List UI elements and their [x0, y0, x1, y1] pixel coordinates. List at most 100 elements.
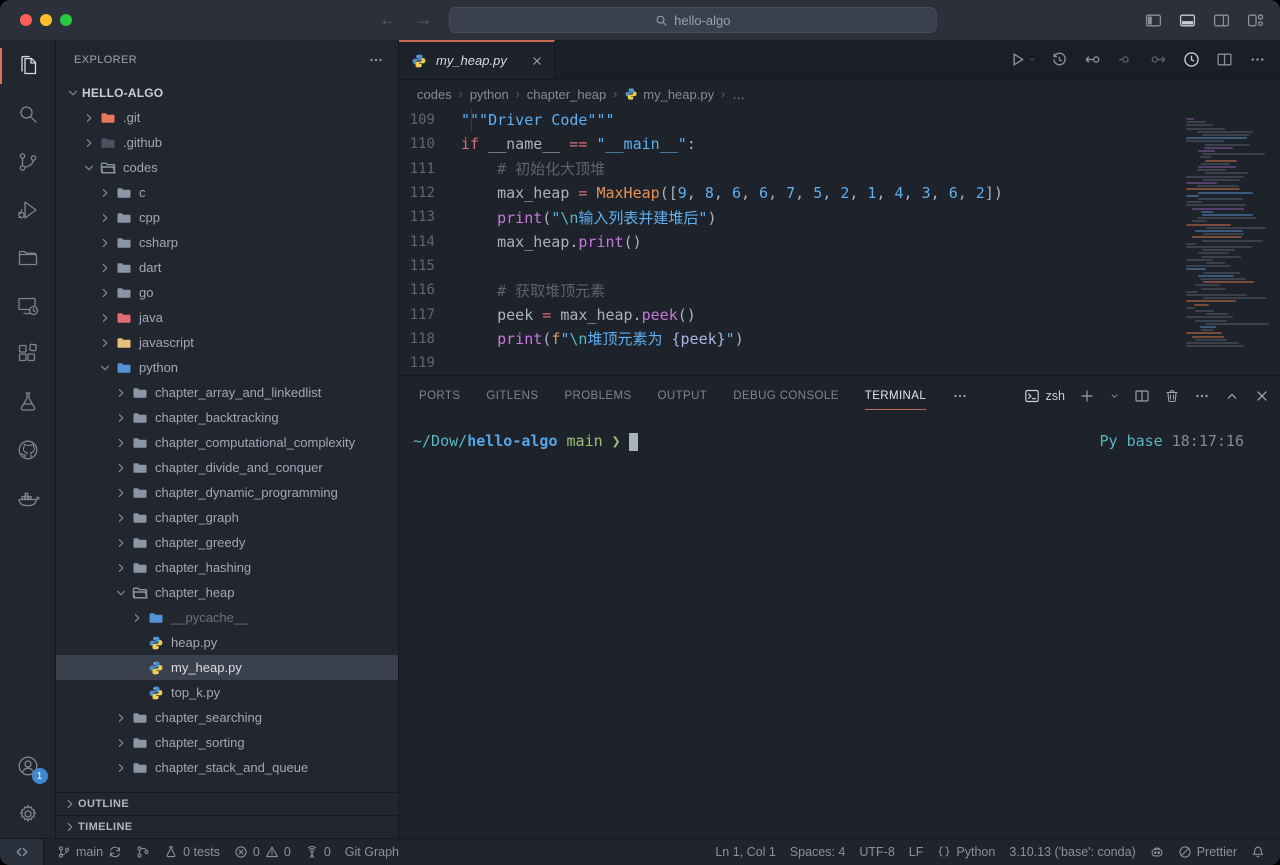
tree-item-chapter-heap[interactable]: chapter_heap — [56, 580, 398, 605]
python-interpreter[interactable]: 3.10.13 ('base': conda) — [1002, 839, 1142, 865]
testing-activity-item[interactable] — [0, 378, 56, 426]
cursor-position[interactable]: Ln 1, Col 1 — [708, 839, 782, 865]
close-tab-icon[interactable] — [530, 54, 544, 68]
remote-explorer-activity-item[interactable] — [0, 282, 56, 330]
tree-item-chapter-backtracking[interactable]: chapter_backtracking — [56, 405, 398, 430]
code-line-115[interactable]: 115 — [399, 254, 1280, 278]
tree-item-chapter-dynamic-programming[interactable]: chapter_dynamic_programming — [56, 480, 398, 505]
new-terminal-icon[interactable] — [1079, 388, 1095, 404]
code-line-113[interactable]: 113 print("\n输入列表并建堆后") — [399, 205, 1280, 229]
ports-status[interactable]: 0 — [298, 839, 338, 865]
toggle-panel-icon[interactable] — [1179, 12, 1196, 29]
tree-item--git[interactable]: .git — [56, 105, 398, 130]
tree-root-hello-algo[interactable]: HELLO-ALGO — [56, 80, 398, 105]
panel-tab-debug-console[interactable]: DEBUG CONSOLE — [733, 386, 839, 406]
minimap[interactable] — [1186, 118, 1264, 350]
code-line-117[interactable]: 117 peek = max_heap.peek() — [399, 302, 1280, 326]
explorer-activity-item[interactable] — [0, 42, 56, 90]
eol[interactable]: LF — [902, 839, 931, 865]
gitlens-change-icon[interactable] — [1117, 51, 1134, 68]
breadcrumb-item-my-heap-py[interactable]: my_heap.py — [624, 87, 714, 102]
tree-item-go[interactable]: go — [56, 280, 398, 305]
minimize-window-button[interactable] — [40, 14, 52, 26]
settings-gear-activity-item[interactable] — [0, 790, 56, 838]
code-line-110[interactable]: 110if __name__ == "__main__": — [399, 132, 1280, 156]
tree-item-javascript[interactable]: javascript — [56, 330, 398, 355]
toggle-secondary-sidebar-icon[interactable] — [1213, 12, 1230, 29]
code-line-111[interactable]: 111 # 初始化大顶堆 — [399, 157, 1280, 181]
file-heatmap-clock-icon[interactable] — [1183, 51, 1200, 68]
project-folders-activity-item[interactable] — [0, 234, 56, 282]
encoding[interactable]: UTF-8 — [852, 839, 901, 865]
tree-item-dart[interactable]: dart — [56, 255, 398, 280]
branch-status[interactable]: main — [50, 839, 129, 865]
tree-item-chapter-computational-complexity[interactable]: chapter_computational_complexity — [56, 430, 398, 455]
gitlens-next-change-icon[interactable] — [1150, 51, 1167, 68]
tree-item--github[interactable]: .github — [56, 130, 398, 155]
panel-tab-terminal[interactable]: TERMINAL — [865, 386, 926, 406]
copilot[interactable] — [1143, 839, 1171, 865]
code-editor[interactable]: 109"""Driver Code"""110if __name__ == "_… — [399, 108, 1280, 375]
navigate-back-icon[interactable]: ← — [377, 10, 399, 30]
tab-my-heap-py[interactable]: my_heap.py — [399, 40, 555, 79]
close-panel-icon[interactable] — [1254, 388, 1270, 404]
view-history-icon[interactable] — [1051, 51, 1068, 68]
tree-item-top-k-py[interactable]: top_k.py — [56, 680, 398, 705]
navigate-forward-icon[interactable]: → — [413, 10, 435, 30]
command-center-search[interactable]: hello-algo — [449, 7, 937, 33]
sidebar-section-timeline[interactable]: TIMELINE — [56, 815, 398, 838]
tree-item-python[interactable]: python — [56, 355, 398, 380]
code-line-119[interactable]: 119 — [399, 351, 1280, 375]
tree-item-c[interactable]: c — [56, 180, 398, 205]
code-line-114[interactable]: 114 max_heap.print() — [399, 229, 1280, 253]
extensions-activity-item[interactable] — [0, 330, 56, 378]
tree-item-my-heap-py[interactable]: my_heap.py — [56, 655, 398, 680]
sidebar-section-outline[interactable]: OUTLINE — [56, 792, 398, 815]
terminal-dropdown-icon[interactable] — [1109, 388, 1120, 404]
kill-terminal-icon[interactable] — [1164, 388, 1180, 404]
tree-item-chapter-hashing[interactable]: chapter_hashing — [56, 555, 398, 580]
zoom-window-button[interactable] — [60, 14, 72, 26]
tree-item-chapter-divide-and-conquer[interactable]: chapter_divide_and_conquer — [56, 455, 398, 480]
tree-item-chapter-greedy[interactable]: chapter_greedy — [56, 530, 398, 555]
breadcrumb-item-codes[interactable]: codes — [417, 87, 452, 102]
terminal[interactable]: ~/Dow/hello-algo main ❯ Py base 18:17:16 — [399, 416, 1280, 838]
language-mode[interactable]: Python — [930, 839, 1002, 865]
close-window-button[interactable] — [20, 14, 32, 26]
source-control-activity-item[interactable] — [0, 138, 56, 186]
split-editor-icon[interactable] — [1216, 51, 1233, 68]
tree-item-java[interactable]: java — [56, 305, 398, 330]
tree-item--pycache-[interactable]: __pycache__ — [56, 605, 398, 630]
terminal-more-icon[interactable] — [1194, 388, 1210, 404]
notifications[interactable] — [1244, 839, 1272, 865]
code-line-118[interactable]: 118 print(f"\n堆顶元素为 {peek}") — [399, 327, 1280, 351]
panel-tab-output[interactable]: OUTPUT — [658, 386, 708, 406]
search-activity-item[interactable] — [0, 90, 56, 138]
more-panel-views-icon[interactable] — [952, 388, 968, 404]
customize-layout-icon[interactable] — [1247, 12, 1264, 29]
shell-selector[interactable]: zsh — [1024, 388, 1065, 404]
run-python-file-icon[interactable] — [1009, 51, 1035, 68]
panel-tab-gitlens[interactable]: GITLENS — [486, 386, 538, 406]
tree-item-cpp[interactable]: cpp — [56, 205, 398, 230]
tree-item-heap-py[interactable]: heap.py — [56, 630, 398, 655]
toggle-primary-sidebar-icon[interactable] — [1145, 12, 1162, 29]
tree-item-chapter-stack-and-queue[interactable]: chapter_stack_and_queue — [56, 755, 398, 780]
remote-indicator[interactable] — [0, 839, 44, 865]
tree-item-chapter-graph[interactable]: chapter_graph — [56, 505, 398, 530]
panel-tab-problems[interactable]: PROBLEMS — [564, 386, 631, 406]
code-line-116[interactable]: 116 # 获取堆顶元素 — [399, 278, 1280, 302]
prettier[interactable]: Prettier — [1171, 839, 1244, 865]
docker-activity-item[interactable] — [0, 474, 56, 522]
tree-item-chapter-array-and-linkedlist[interactable]: chapter_array_and_linkedlist — [56, 380, 398, 405]
maximize-panel-icon[interactable] — [1224, 388, 1240, 404]
github-activity-item[interactable] — [0, 426, 56, 474]
gitlens-prev-change-icon[interactable] — [1084, 51, 1101, 68]
test-status[interactable]: 0 tests — [157, 839, 227, 865]
tree-item-csharp[interactable]: csharp — [56, 230, 398, 255]
code-line-109[interactable]: 109"""Driver Code""" — [399, 108, 1280, 132]
accounts-activity-item[interactable]: 1 — [0, 742, 56, 790]
explorer-more-actions-icon[interactable] — [368, 52, 384, 68]
more-actions-icon[interactable] — [1249, 51, 1266, 68]
breadcrumb-item-chapter-heap[interactable]: chapter_heap — [527, 87, 607, 102]
